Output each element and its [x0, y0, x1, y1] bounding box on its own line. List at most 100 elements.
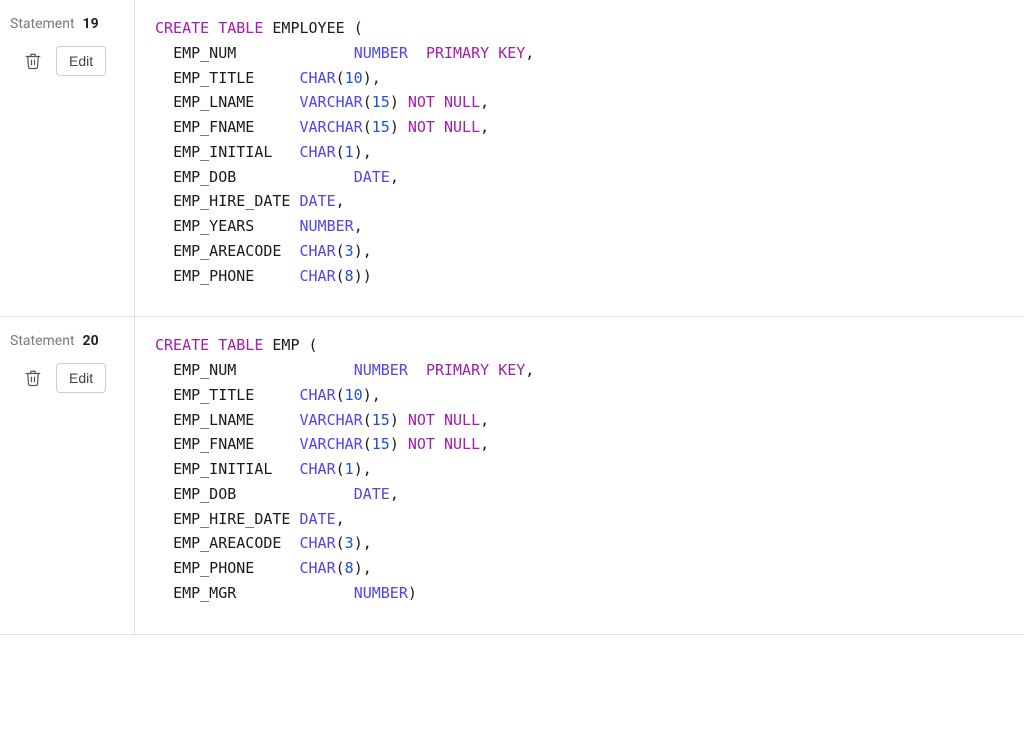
- code-token: (: [363, 93, 372, 111]
- code-token: ,: [525, 361, 534, 379]
- sql-code[interactable]: CREATE TABLE EMP ( EMP_NUM NUMBER PRIMAR…: [155, 333, 1004, 605]
- code-token: ): [354, 242, 363, 260]
- code-token: NOT: [408, 411, 435, 429]
- code-token: ,: [336, 192, 345, 210]
- edit-button[interactable]: Edit: [56, 46, 106, 76]
- code-token: ): [363, 69, 372, 87]
- code-token: CHAR: [300, 460, 336, 478]
- code-token: ): [408, 584, 417, 602]
- code-token: ,: [363, 242, 372, 260]
- code-token: ): [354, 559, 363, 577]
- code-token: (: [336, 69, 345, 87]
- code-token: 15: [372, 411, 390, 429]
- code-token: ,: [390, 168, 399, 186]
- code-token: CHAR: [300, 242, 336, 260]
- code-token: 15: [372, 93, 390, 111]
- code-token: TABLE: [218, 336, 263, 354]
- code-token: TABLE: [218, 19, 263, 37]
- code-token: DATE: [300, 192, 336, 210]
- code-token: 3: [345, 534, 354, 552]
- code-token: EMP_HIRE_DATE: [173, 192, 290, 210]
- code-token: ): [354, 460, 363, 478]
- code-token: (: [336, 242, 345, 260]
- code-token: ,: [363, 559, 372, 577]
- code-token: 1: [345, 143, 354, 161]
- code-token: EMP_DOB: [173, 485, 236, 503]
- statement-actions: Edit: [24, 363, 124, 393]
- code-token: EMP_AREACODE: [173, 534, 281, 552]
- statement-number: 20: [83, 333, 99, 349]
- code-token: ,: [372, 386, 381, 404]
- statement-header: Statement 19: [10, 16, 124, 32]
- statement-number: 19: [83, 16, 99, 32]
- code-token: ,: [480, 118, 489, 136]
- code-token: NOT: [408, 93, 435, 111]
- code-token: EMP_AREACODE: [173, 242, 281, 260]
- code-token: 10: [345, 69, 363, 87]
- code-token: (: [336, 267, 345, 285]
- code-token: 1: [345, 460, 354, 478]
- code-token: (: [336, 534, 345, 552]
- code-token: PRIMARY: [426, 44, 489, 62]
- code-token: NUMBER: [354, 361, 408, 379]
- statement-sidebar: Statement20 Edit: [0, 317, 135, 633]
- statement-label: Statement: [10, 16, 75, 32]
- trash-icon[interactable]: [24, 51, 42, 71]
- code-token: ,: [390, 485, 399, 503]
- code-token: PRIMARY: [426, 361, 489, 379]
- code-token: EMP_LNAME: [173, 411, 254, 429]
- code-token: EMP_INITIAL: [173, 460, 272, 478]
- code-token: (: [336, 143, 345, 161]
- code-token: ): [390, 435, 399, 453]
- code-token: ,: [336, 510, 345, 528]
- code-token: NUMBER: [354, 584, 408, 602]
- code-token: EMP_INITIAL: [173, 143, 272, 161]
- code-token: EMP_FNAME: [173, 435, 254, 453]
- code-token: CHAR: [300, 143, 336, 161]
- code-token: EMP_LNAME: [173, 93, 254, 111]
- statement-sidebar: Statement 19 Edit: [0, 0, 135, 316]
- code-token: 15: [372, 435, 390, 453]
- code-token: NOT: [408, 435, 435, 453]
- code-token: CHAR: [300, 386, 336, 404]
- code-token: CREATE: [155, 336, 209, 354]
- code-token: DATE: [354, 168, 390, 186]
- code-token: ): [354, 267, 363, 285]
- code-token: ,: [363, 460, 372, 478]
- code-token: EMP_TITLE: [173, 386, 254, 404]
- code-token: (: [309, 336, 318, 354]
- code-token: ,: [525, 44, 534, 62]
- code-token: NUMBER: [354, 44, 408, 62]
- code-token: NULL: [444, 435, 480, 453]
- statement-actions: Edit: [24, 46, 124, 76]
- code-token: EMP_FNAME: [173, 118, 254, 136]
- code-token: VARCHAR: [300, 435, 363, 453]
- code-token: EMP_NUM: [173, 361, 236, 379]
- code-token: NULL: [444, 411, 480, 429]
- statement-header: Statement20: [10, 333, 124, 349]
- code-token: KEY: [498, 361, 525, 379]
- code-token: KEY: [498, 44, 525, 62]
- code-token: EMP_PHONE: [173, 559, 254, 577]
- trash-icon[interactable]: [24, 368, 42, 388]
- code-token: ,: [480, 411, 489, 429]
- code-token: ): [354, 143, 363, 161]
- sql-code[interactable]: CREATE TABLE EMPLOYEE ( EMP_NUM NUMBER P…: [155, 16, 1004, 288]
- code-token: 10: [345, 386, 363, 404]
- code-token: EMP_YEARS: [173, 217, 254, 235]
- edit-button[interactable]: Edit: [56, 363, 106, 393]
- code-token: ): [363, 386, 372, 404]
- code-token: VARCHAR: [300, 93, 363, 111]
- code-token: CHAR: [300, 534, 336, 552]
- code-token: DATE: [354, 485, 390, 503]
- code-token: VARCHAR: [300, 118, 363, 136]
- code-token: ): [390, 93, 399, 111]
- code-token: CHAR: [300, 69, 336, 87]
- code-token: (: [363, 411, 372, 429]
- code-token: ,: [480, 93, 489, 111]
- code-token: (: [336, 386, 345, 404]
- code-token: DATE: [300, 510, 336, 528]
- code-token: (: [363, 435, 372, 453]
- code-token: ): [363, 267, 372, 285]
- code-token: (: [363, 118, 372, 136]
